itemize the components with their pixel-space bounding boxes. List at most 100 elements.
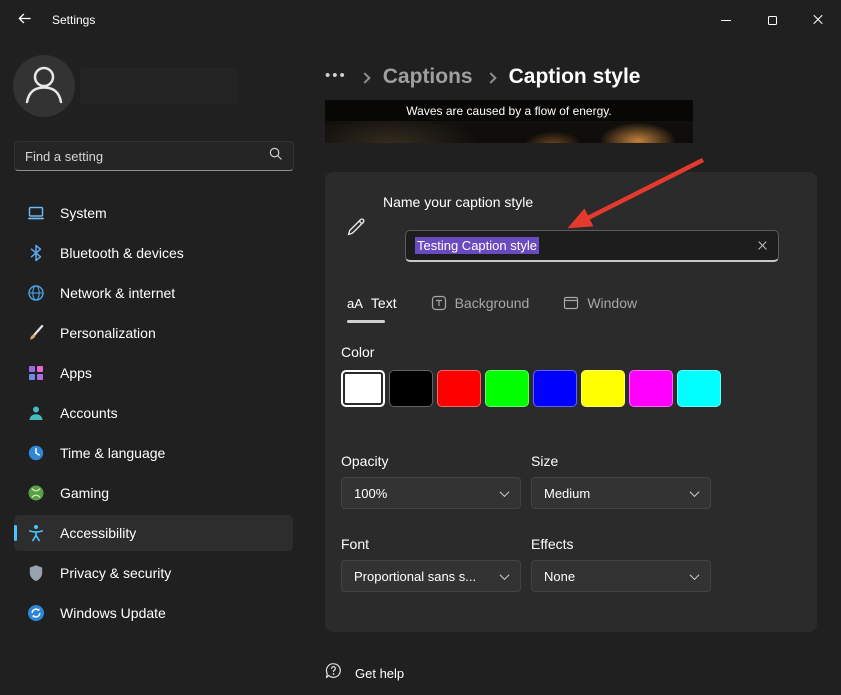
maximize-button[interactable]	[749, 0, 795, 40]
color-swatch-magenta[interactable]	[629, 370, 673, 407]
minimize-icon	[721, 20, 731, 21]
chevron-down-icon	[690, 487, 700, 497]
sidebar-item-accounts[interactable]: Accounts	[14, 395, 293, 431]
bluetooth-icon	[27, 244, 45, 262]
sidebar-item-personalization[interactable]: Personalization	[14, 315, 293, 351]
window-title: Settings	[52, 13, 95, 27]
avatar[interactable]	[13, 55, 75, 117]
sidebar-item-label: System	[60, 205, 107, 221]
color-swatches	[341, 370, 721, 407]
sidebar: Find a setting System Bluetooth & device…	[0, 40, 310, 695]
clear-text-icon[interactable]	[754, 238, 770, 254]
clock-icon	[27, 444, 45, 462]
back-arrow-icon	[17, 11, 32, 29]
breadcrumb-captions[interactable]: Captions	[383, 65, 473, 89]
chevron-down-icon	[690, 570, 700, 580]
dropdown-value: Medium	[544, 486, 590, 501]
sidebar-item-time-language[interactable]: Time & language	[14, 435, 293, 471]
sidebar-item-apps[interactable]: Apps	[14, 355, 293, 391]
color-swatch-yellow[interactable]	[581, 370, 625, 407]
effects-dropdown[interactable]: None	[531, 560, 711, 592]
sidebar-item-label: Network & internet	[60, 285, 175, 301]
person-icon	[27, 404, 45, 422]
search-icon	[268, 146, 283, 166]
xbox-icon	[27, 484, 45, 502]
field-label: Opacity	[341, 453, 521, 469]
dropdown-value: 100%	[354, 486, 387, 501]
user-icon	[13, 53, 75, 120]
selection-indicator	[14, 525, 17, 541]
active-tab-indicator	[347, 320, 385, 323]
color-swatch-black[interactable]	[389, 370, 433, 407]
size-dropdown[interactable]: Medium	[531, 477, 711, 509]
opacity-dropdown[interactable]: 100%	[341, 477, 521, 509]
chevron-down-icon	[500, 570, 510, 580]
tab-background[interactable]: Background	[431, 288, 530, 318]
breadcrumb-ellipsis[interactable]: •••	[325, 68, 347, 87]
field-font: Font Proportional sans s...	[341, 536, 521, 592]
color-swatch-green[interactable]	[485, 370, 529, 407]
field-label: Font	[341, 536, 521, 552]
user-name-placeholder	[80, 68, 238, 104]
sidebar-item-windows-update[interactable]: Windows Update	[14, 595, 293, 631]
caption-style-card: Name your caption style Testing Caption …	[325, 172, 817, 632]
tab-window[interactable]: Window	[563, 288, 637, 318]
sidebar-item-network-internet[interactable]: Network & internet	[14, 275, 293, 311]
color-section-label: Color	[341, 344, 374, 360]
sidebar-item-accessibility[interactable]: Accessibility	[14, 515, 293, 551]
sidebar-item-privacy-security[interactable]: Privacy & security	[14, 555, 293, 591]
get-help-label: Get help	[355, 666, 404, 681]
field-label: Size	[531, 453, 711, 469]
sidebar-item-label: Bluetooth & devices	[60, 245, 184, 261]
sidebar-item-label: Gaming	[60, 485, 109, 501]
font-dropdown[interactable]: Proportional sans s...	[341, 560, 521, 592]
sidebar-item-label: Time & language	[60, 445, 165, 461]
chevron-right-icon	[359, 72, 370, 83]
caption-preview: Waves are caused by a flow of energy.	[325, 100, 693, 143]
sidebar-item-label: Apps	[60, 365, 92, 381]
get-help-icon	[325, 662, 342, 684]
caption-name-input[interactable]: Testing Caption style	[405, 230, 779, 262]
tab-label: Text	[371, 295, 397, 311]
chevron-down-icon	[500, 487, 510, 497]
dropdown-value: Proportional sans s...	[354, 569, 476, 584]
color-swatch-blue[interactable]	[533, 370, 577, 407]
shield-icon	[27, 564, 45, 582]
window-icon	[563, 295, 579, 311]
sidebar-nav: System Bluetooth & devices Network & int…	[14, 195, 293, 635]
text-aa-icon: aA	[347, 296, 363, 311]
dropdown-value: None	[544, 569, 575, 584]
system-icon	[27, 204, 45, 222]
sidebar-item-gaming[interactable]: Gaming	[14, 475, 293, 511]
color-swatch-white[interactable]	[341, 370, 385, 407]
sidebar-item-system[interactable]: System	[14, 195, 293, 231]
sidebar-item-label: Personalization	[60, 325, 156, 341]
minimize-button[interactable]	[703, 0, 749, 40]
caption-name-value: Testing Caption style	[415, 237, 539, 254]
tab-label: Background	[455, 295, 530, 311]
color-swatch-red[interactable]	[437, 370, 481, 407]
close-button[interactable]	[795, 0, 841, 40]
sidebar-item-label: Windows Update	[60, 605, 166, 621]
search-placeholder: Find a setting	[25, 149, 268, 164]
maximize-icon	[768, 16, 777, 25]
color-swatch-cyan[interactable]	[677, 370, 721, 407]
search-input[interactable]: Find a setting	[14, 141, 294, 171]
get-help-link[interactable]: Get help	[325, 662, 404, 684]
caption-strip: Waves are caused by a flow of energy.	[325, 100, 693, 121]
sidebar-item-label: Accounts	[60, 405, 118, 421]
tab-label: Window	[587, 295, 637, 311]
background-icon	[431, 295, 447, 311]
field-opacity: Opacity 100%	[341, 453, 521, 509]
window-controls	[703, 0, 841, 40]
tab-text[interactable]: aA Text	[347, 288, 397, 318]
sidebar-item-bluetooth-devices[interactable]: Bluetooth & devices	[14, 235, 293, 271]
field-size: Size Medium	[531, 453, 711, 509]
main-content: ••• Captions Caption style Waves are cau…	[310, 40, 841, 695]
apps-grid-icon	[27, 364, 45, 382]
globe-icon	[27, 284, 45, 302]
back-button[interactable]	[6, 3, 42, 37]
accessibility-icon	[27, 524, 45, 542]
sidebar-item-label: Privacy & security	[60, 565, 171, 581]
sidebar-item-label: Accessibility	[60, 525, 136, 541]
